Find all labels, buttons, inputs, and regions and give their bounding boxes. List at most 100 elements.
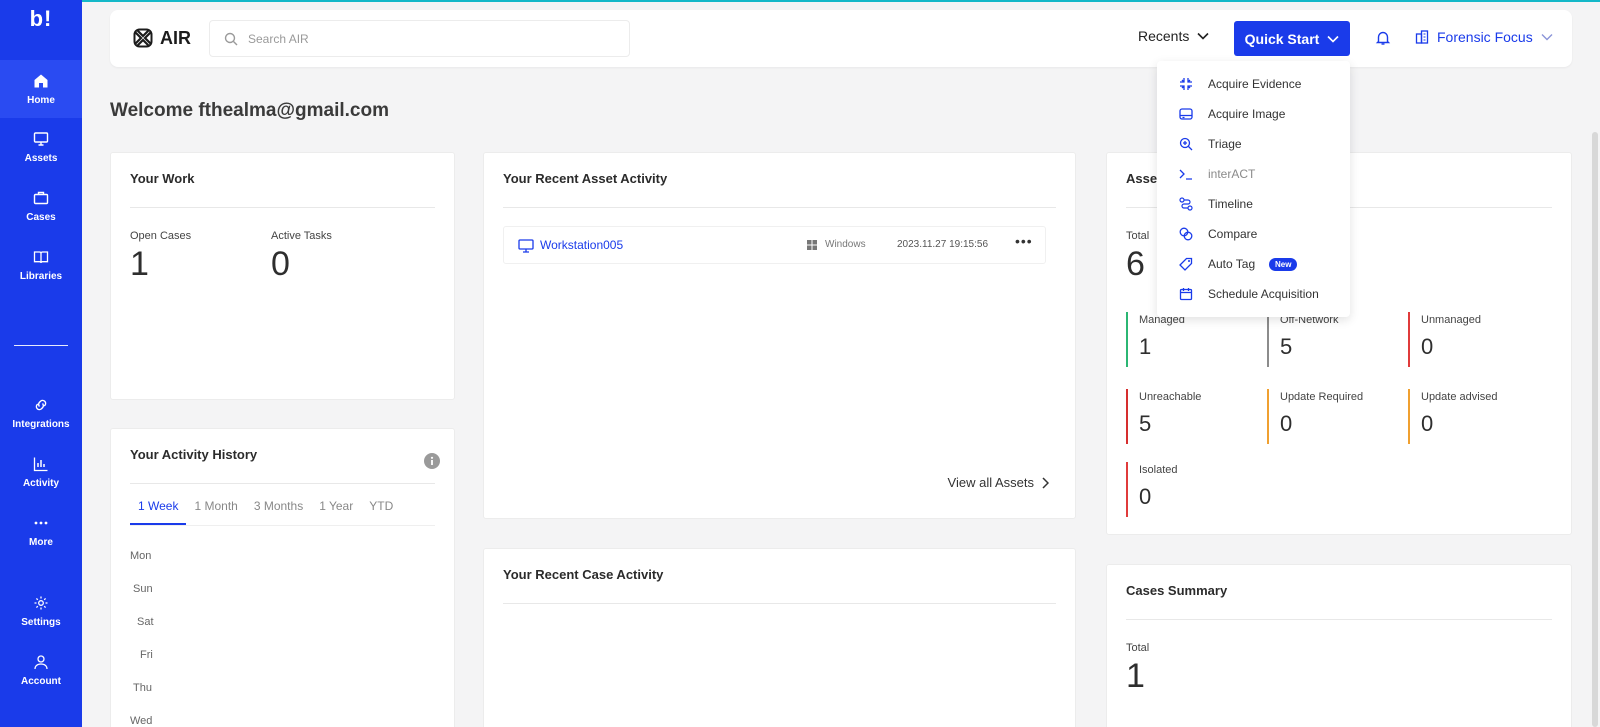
tab-ytd[interactable]: YTD <box>361 499 401 525</box>
notifications-bell[interactable] <box>1375 30 1391 51</box>
sidebar-item-libraries[interactable]: Libraries <box>0 236 82 294</box>
menu-item-label: Acquire Evidence <box>1208 77 1302 91</box>
table-row[interactable]: Workstation005 Windows 2023.11.27 19:15:… <box>503 226 1046 264</box>
sidebar-item-home[interactable]: Home <box>0 60 82 118</box>
status-unreachable[interactable]: Unreachable 5 <box>1126 389 1256 444</box>
bell-icon <box>1375 31 1391 45</box>
new-badge: New <box>1269 257 1298 271</box>
chevron-down-icon <box>1541 34 1553 41</box>
status-update-required[interactable]: Update Required 0 <box>1267 389 1397 444</box>
status-update-advised[interactable]: Update advised 0 <box>1408 389 1538 444</box>
triage-search-icon <box>1179 137 1193 151</box>
sidebar-item-label: Assets <box>24 152 58 164</box>
status-count: 0 <box>1280 411 1293 436</box>
status-managed[interactable]: Managed 1 <box>1126 312 1256 367</box>
monitor-icon <box>33 131 49 146</box>
status-label: Unmanaged <box>1421 314 1481 326</box>
menu-item-label: Compare <box>1208 227 1258 241</box>
air-logo-icon <box>133 28 153 48</box>
quick-start-menu: Acquire Evidence Acquire Image Triage in… <box>1157 61 1350 317</box>
day-label: Fri <box>140 649 153 661</box>
sidebar-item-assets[interactable]: Assets <box>0 118 82 176</box>
menu-item-triage[interactable]: Triage <box>1157 129 1350 159</box>
book-icon <box>33 250 49 263</box>
day-label: Thu <box>133 682 152 694</box>
sidebar-item-label: Libraries <box>19 270 63 282</box>
gear-icon <box>34 596 48 609</box>
user-icon <box>34 654 48 669</box>
quick-start-button[interactable]: Quick Start <box>1234 21 1350 56</box>
acquire-evidence-icon <box>1180 78 1192 90</box>
menu-item-acquire-evidence[interactable]: Acquire Evidence <box>1157 69 1350 99</box>
brand[interactable]: AIR <box>132 27 191 49</box>
sidebar-item-activity[interactable]: Activity <box>0 443 82 501</box>
status-count: 1 <box>1139 334 1152 359</box>
building-icon <box>1415 30 1429 44</box>
terminal-icon <box>1179 169 1192 180</box>
menu-item-auto-tag[interactable]: Auto Tag New <box>1157 249 1350 279</box>
timeline-icon <box>1179 197 1193 211</box>
menu-item-schedule-acquisition[interactable]: Schedule Acquisition <box>1157 279 1350 309</box>
menu-item-acquire-image[interactable]: Acquire Image <box>1157 99 1350 129</box>
sidebar-item-integrations[interactable]: Integrations <box>0 384 82 442</box>
asset-name-link[interactable]: Workstation005 <box>540 238 623 252</box>
tab-1-year[interactable]: 1 Year <box>311 499 361 525</box>
card-title: Cases Summary <box>1126 583 1228 598</box>
sidebar-item-settings[interactable]: Settings <box>0 582 82 640</box>
sidebar-item-cases[interactable]: Cases <box>0 177 82 235</box>
status-off-network[interactable]: Off-Network 5 <box>1267 312 1397 367</box>
sidebar-item-label: Cases <box>26 211 56 223</box>
tab-3-months[interactable]: 3 Months <box>246 499 311 525</box>
top-accent-line <box>82 0 1600 2</box>
recents-dropdown[interactable]: Recents <box>1138 28 1209 44</box>
menu-item-interact[interactable]: interACT <box>1157 159 1350 189</box>
status-count: 5 <box>1280 334 1293 359</box>
total-cases-count[interactable]: 1 <box>1126 657 1145 696</box>
card-title: Your Recent Asset Activity <box>503 171 668 186</box>
menu-item-compare[interactable]: Compare <box>1157 219 1350 249</box>
organization-selector[interactable]: Forensic Focus <box>1415 29 1553 45</box>
sidebar-divider <box>14 345 68 346</box>
more-options-icon[interactable]: ••• <box>1015 233 1033 249</box>
status-label: Update advised <box>1421 391 1498 403</box>
your-work-card: Your Work Open Cases 1 Active Tasks 0 <box>110 152 455 400</box>
tab-1-month[interactable]: 1 Month <box>186 499 245 525</box>
day-label: Sat <box>137 616 154 628</box>
page-scrollbar[interactable] <box>1592 132 1598 727</box>
status-label: Isolated <box>1139 464 1178 476</box>
app-logo[interactable]: b! <box>0 6 82 32</box>
status-count: 5 <box>1139 411 1152 436</box>
asset-timestamp: 2023.11.27 19:15:56 <box>897 239 989 250</box>
total-assets-label: Total <box>1126 230 1150 242</box>
open-cases-count[interactable]: 1 <box>130 245 149 284</box>
sidebar-item-label: Settings <box>21 616 61 628</box>
divider <box>130 525 435 526</box>
card-title: Your Recent Case Activity <box>503 567 664 582</box>
total-assets-count[interactable]: 6 <box>1126 245 1145 284</box>
sidebar: b! Home Assets Cases Libraries Integrati… <box>0 0 82 727</box>
divider <box>503 207 1056 208</box>
menu-item-timeline[interactable]: Timeline <box>1157 189 1350 219</box>
active-tasks-count[interactable]: 0 <box>271 245 290 284</box>
sidebar-item-more[interactable]: More <box>0 502 82 560</box>
status-unmanaged[interactable]: Unmanaged 0 <box>1408 312 1538 367</box>
info-icon[interactable] <box>424 453 440 469</box>
view-all-label: View all Assets <box>947 475 1034 490</box>
search-box[interactable] <box>209 20 630 57</box>
home-icon <box>34 74 48 87</box>
recent-case-activity-card: Your Recent Case Activity <box>483 548 1076 727</box>
tab-1-week[interactable]: 1 Week <box>130 499 187 525</box>
disk-image-icon <box>1179 108 1193 120</box>
view-all-assets-link[interactable]: View all Assets <box>948 475 1049 490</box>
day-label: Mon <box>130 550 152 562</box>
recent-asset-activity-card: Your Recent Asset Activity Workstation00… <box>483 152 1076 519</box>
divider <box>130 207 435 208</box>
sidebar-item-account[interactable]: Account <box>0 641 82 699</box>
top-header: AIR Recents Quick Start Forensic Focus <box>110 10 1572 67</box>
welcome-heading: Welcome fthealma@gmail.com <box>110 100 389 121</box>
card-title: Your Work <box>130 171 195 186</box>
status-isolated[interactable]: Isolated 0 <box>1126 462 1256 517</box>
organization-name: Forensic Focus <box>1437 29 1533 45</box>
menu-item-label: Schedule Acquisition <box>1208 287 1319 301</box>
search-input[interactable] <box>248 31 608 46</box>
